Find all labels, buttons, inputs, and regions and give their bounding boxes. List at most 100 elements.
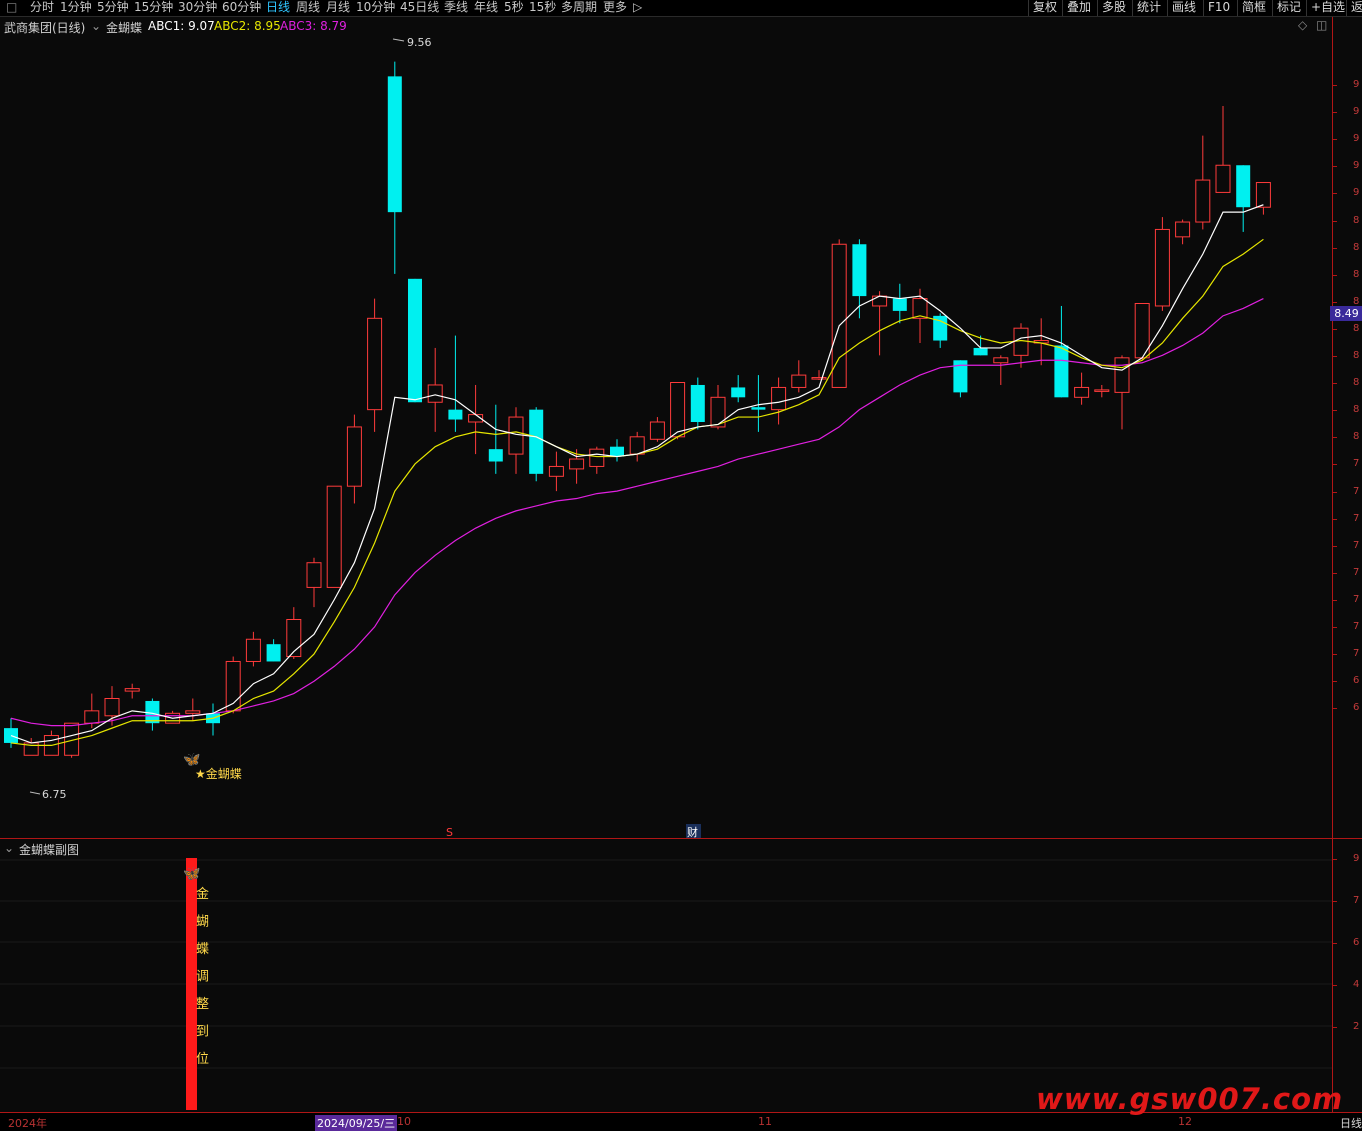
candle-body	[610, 446, 624, 457]
candle-body	[872, 295, 888, 307]
toolbar-button-6[interactable]: 简框	[1237, 0, 1270, 16]
period-tab-7[interactable]: 周线	[296, 0, 320, 16]
period-tab-1[interactable]: 1分钟	[60, 0, 92, 16]
period-tab-3[interactable]: 15分钟	[134, 0, 173, 16]
candle-body	[589, 448, 605, 467]
time-label-cursor-date: 2024/09/25/三	[315, 1115, 398, 1131]
time-label-dec: 12	[1178, 1115, 1192, 1128]
period-tab-12[interactable]: 年线	[474, 0, 498, 16]
period-tab-0[interactable]: 分时	[30, 0, 54, 16]
candle-body	[408, 278, 422, 403]
price-tick-label: 8	[1353, 377, 1360, 389]
period-tab-6[interactable]: 日线	[266, 0, 290, 16]
toolbar-button-7[interactable]: 标记	[1272, 0, 1305, 16]
sub-chart-panel[interactable]: ⌄ 金蝴蝶副图 🦋 金蝴蝶调整到位	[0, 840, 1332, 1112]
candle-body	[367, 317, 383, 411]
sub-axis-label: 9	[1353, 853, 1360, 864]
candle-body	[569, 458, 585, 470]
price-tick-mark	[1333, 356, 1337, 357]
candle	[306, 557, 322, 608]
toolbar-button-3[interactable]: 统计	[1132, 0, 1165, 16]
toolbar-button-0[interactable]: 复权	[1028, 0, 1061, 16]
price-tick-mark	[1333, 328, 1337, 330]
signal-char: 位	[196, 1052, 209, 1067]
period-tab-10[interactable]: 45日线	[400, 0, 439, 16]
price-tick-label: 8	[1353, 350, 1360, 361]
toolbar-button-5[interactable]: F10	[1203, 0, 1234, 16]
price-tick-label: 7	[1353, 566, 1360, 578]
abc1-line	[10, 204, 1264, 744]
min-price-annotation: 6.75	[29, 788, 67, 801]
toolbar-button-2[interactable]: 多股	[1097, 0, 1130, 16]
sub-axis-label: 6	[1353, 937, 1360, 948]
period-tab-14[interactable]: 15秒	[529, 0, 556, 16]
toolbar-menu-icon[interactable]: □	[6, 0, 17, 16]
price-tick-label: 8	[1353, 268, 1360, 280]
more-arrow-icon[interactable]: ▷	[633, 0, 642, 16]
watermark: www.gsw007.com	[1036, 1082, 1344, 1116]
min-price-label: 6.75	[42, 788, 67, 801]
price-tick-mark	[1333, 654, 1337, 656]
period-tab-8[interactable]: 月线	[326, 0, 350, 16]
candle-body	[1255, 182, 1271, 208]
period-tab-11[interactable]: 季线	[444, 0, 468, 16]
abc2-line	[10, 238, 1264, 747]
period-tab-2[interactable]: 5分钟	[97, 0, 129, 16]
panel-divider[interactable]	[0, 838, 1362, 839]
price-tick-mark	[1333, 139, 1337, 141]
current-price-tag: 8.49	[1330, 306, 1362, 321]
period-tab-13[interactable]: 5秒	[504, 0, 524, 16]
candle-body	[508, 416, 524, 455]
candle-body	[993, 357, 1009, 364]
price-tick-mark	[1333, 491, 1337, 493]
candle	[933, 313, 948, 348]
price-tick-mark	[1333, 437, 1337, 439]
signal-label: ★金蝴蝶	[195, 766, 242, 781]
price-axis[interactable]: 999998888888887777777766 97642 8.49	[1330, 17, 1362, 1112]
candle	[751, 375, 766, 432]
toolbar-button-4[interactable]: 画线	[1167, 0, 1200, 16]
candle-body	[1094, 389, 1110, 392]
price-tick-label: 8	[1353, 241, 1360, 253]
candle	[43, 730, 59, 756]
period-tab-4[interactable]: 30分钟	[178, 0, 217, 16]
candle	[508, 407, 524, 474]
main-chart-panel[interactable]: 武商集团(日线) ⌄ 金蝴蝶 ABC1: 9.07 ABC2: 8.95 ABC…	[0, 17, 1332, 838]
candle-body	[1074, 386, 1090, 398]
sub-tick-mark	[1333, 901, 1337, 902]
candle	[1054, 305, 1069, 398]
price-tick-label: 7	[1353, 648, 1360, 660]
price-tick-mark	[1333, 681, 1337, 683]
candle-body	[1054, 345, 1069, 398]
candle	[427, 347, 443, 432]
candle	[1195, 135, 1211, 230]
price-tick-label: 7	[1353, 458, 1360, 470]
candle-body	[1215, 164, 1231, 193]
abc3-line	[10, 298, 1264, 727]
candle	[548, 451, 564, 492]
period-tab-16[interactable]: 更多	[603, 0, 627, 16]
candle-body	[306, 562, 322, 588]
price-tick-label: 8	[1353, 214, 1360, 226]
period-tab-5[interactable]: 60分钟	[222, 0, 261, 16]
period-tab-9[interactable]: 10分钟	[356, 0, 395, 16]
candle	[1013, 323, 1029, 368]
candle	[408, 278, 422, 403]
period-tab-15[interactable]: 多周期	[561, 0, 597, 16]
signal-char: 蝴	[196, 915, 209, 930]
candle-body	[448, 409, 463, 420]
candle-body	[1175, 221, 1191, 238]
candle-body	[1114, 357, 1130, 393]
price-tick-label: 9	[1353, 187, 1360, 199]
candle	[529, 407, 544, 482]
candle-body	[124, 688, 140, 692]
toolbar-button-9[interactable]: 返	[1346, 0, 1362, 16]
toolbar-button-8[interactable]: +自选	[1306, 0, 1349, 16]
candle	[872, 291, 888, 356]
candle	[245, 631, 261, 667]
price-tick-mark	[1333, 599, 1337, 601]
price-tick-mark	[1333, 274, 1337, 276]
candle	[468, 384, 484, 455]
toolbar-button-1[interactable]: 叠加	[1062, 0, 1095, 16]
time-label-nov: 11	[758, 1115, 772, 1128]
